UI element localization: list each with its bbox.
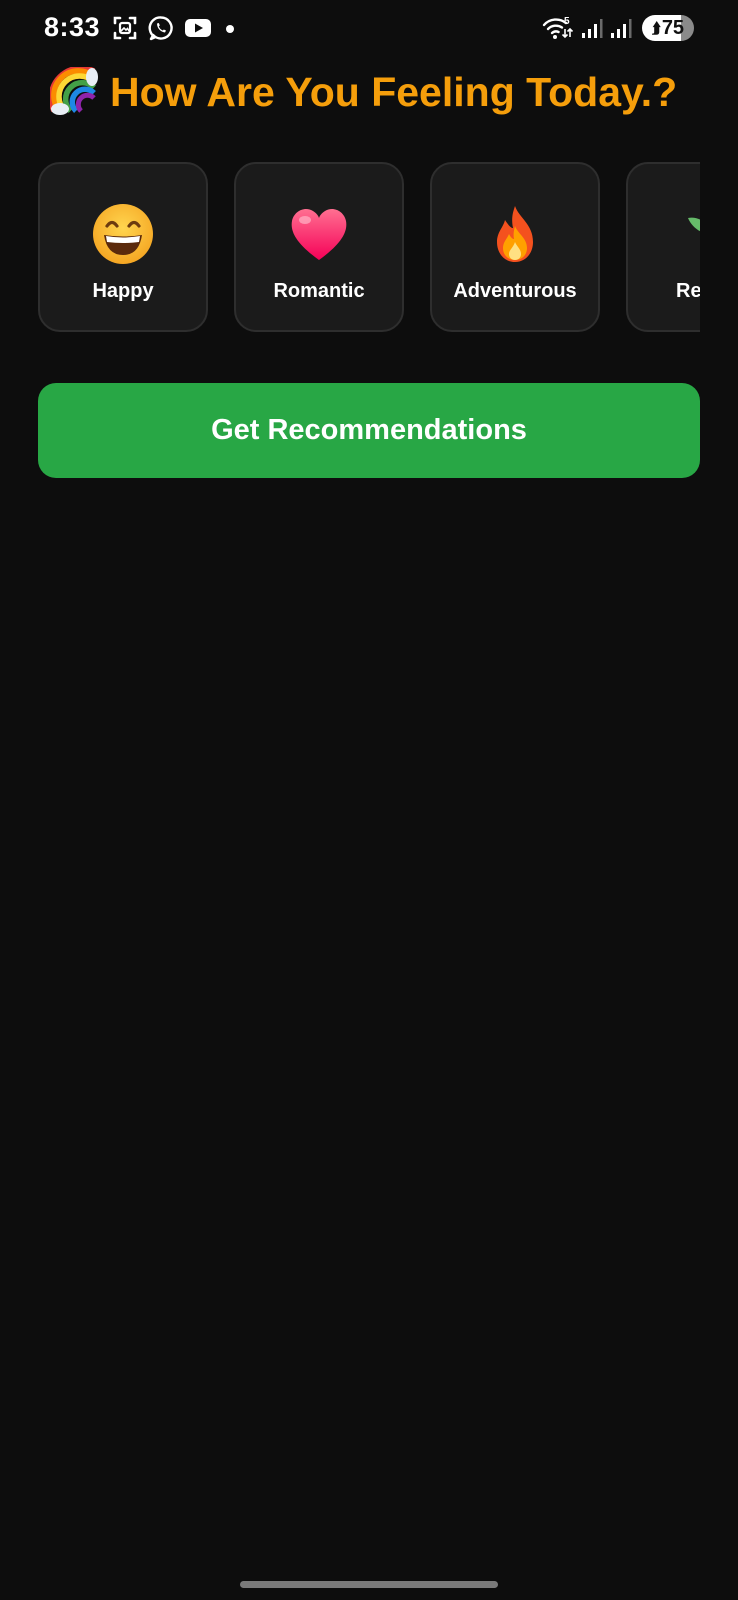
mood-label: Happy — [92, 280, 154, 302]
fire-icon — [497, 206, 533, 262]
page-header: How Are You Feeling Today.? — [50, 64, 710, 120]
battery-level: 75 — [661, 16, 685, 39]
grinning-face-icon — [93, 204, 153, 264]
mood-label: Adventurous — [453, 280, 577, 302]
mood-card-partial[interactable]: Re — [626, 162, 700, 332]
wifi-icon: 5 — [542, 16, 574, 39]
get-recommendations-button[interactable]: Get Recommendations — [38, 383, 700, 478]
seedling-icon — [688, 217, 700, 232]
mood-card-adventurous[interactable]: Adventurous — [430, 162, 600, 332]
wifi-badge: 5 — [564, 16, 570, 27]
gesture-navigation-bar[interactable] — [240, 1581, 498, 1588]
screenshot-icon — [113, 16, 137, 40]
mood-card-happy[interactable]: Happy — [38, 162, 208, 332]
signal-icon — [582, 19, 603, 38]
status-left-icons — [112, 15, 248, 41]
status-time: 8:33 — [44, 12, 101, 42]
status-bar: 8:33 5 ⮭ 75 — [0, 0, 738, 58]
page-title: How Are You Feeling Today.? — [110, 68, 678, 115]
mood-label: Re — [676, 280, 700, 302]
notification-dot-icon — [226, 25, 234, 33]
mood-carousel[interactable]: Happy Romantic Adventurous Re — [38, 162, 700, 336]
mood-label: Romantic — [273, 280, 365, 302]
signal-icon — [611, 19, 632, 38]
whatsapp-icon — [148, 16, 173, 41]
heart-icon — [291, 209, 347, 260]
rainbow-icon — [50, 67, 98, 115]
youtube-icon — [185, 19, 211, 37]
mood-card-romantic[interactable]: Romantic — [234, 162, 404, 332]
battery-indicator: ⮭ 75 — [642, 15, 694, 41]
charging-icon: ⮭ — [651, 19, 661, 37]
status-right-icons: 5 ⮭ 75 — [535, 15, 694, 41]
